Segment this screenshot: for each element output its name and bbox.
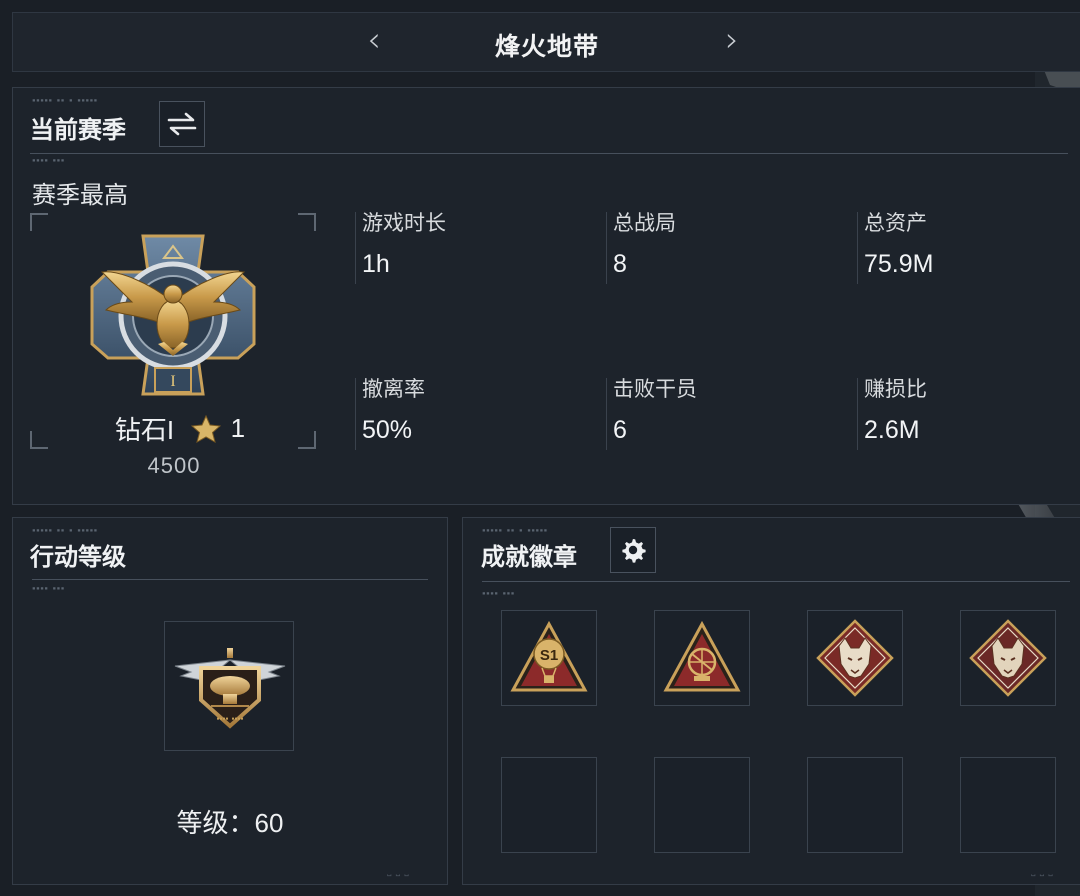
decorative-microtext: ▪▪▪▪▪ ▪▪ ▪ ▪▪▪▪▪: [482, 527, 548, 534]
stat-label: 总战局: [613, 212, 676, 235]
level-emblem-frame: ▪▪▪▪ ▪▪▪▪: [164, 621, 294, 751]
operation-level-value: 等级：60: [176, 808, 284, 838]
stat-label: 总资产: [864, 212, 927, 235]
wolf-head-badge-icon: [969, 619, 1047, 697]
rank-name-line: 钻石I 1: [18, 410, 342, 447]
stat-play-time: 游戏时长 1h: [355, 212, 585, 284]
stat-label: 击败干员: [613, 378, 697, 401]
stat-value: 1h: [362, 250, 390, 278]
stat-value: 50%: [362, 416, 413, 444]
stat-label: 游戏时长: [362, 212, 446, 235]
badges-title-divider: [482, 581, 1070, 582]
stat-value: 2.6M: [864, 416, 920, 444]
season-best-label: 赛季最高: [32, 182, 128, 209]
badge-slot-empty[interactable]: [807, 757, 903, 853]
level-title-divider: [32, 579, 428, 580]
current-season-title: 当前赛季: [30, 117, 126, 144]
rank-name: 钻石I: [114, 415, 175, 445]
top-navigation-bar: ‹ 烽火地带 ›: [12, 12, 1080, 72]
rank-stars: 1: [230, 413, 246, 443]
stat-extraction-rate: 撤离率 50%: [355, 378, 585, 450]
mode-title: 烽火地带: [494, 33, 599, 61]
rank-points: 4500: [147, 453, 201, 478]
stat-profit-loss-ratio: 赚损比 2.6M: [857, 378, 1080, 450]
svg-text:I: I: [170, 373, 175, 390]
star-icon: [191, 414, 222, 443]
decorative-microtext: ▪▪▪▪ ▪▪▪: [32, 585, 65, 592]
operation-level-title: 行动等级: [30, 544, 126, 571]
wolf-head-badge-icon: [816, 619, 894, 697]
helicopter-wings-emblem-icon: ▪▪▪▪ ▪▪▪▪: [174, 646, 286, 729]
decorative-microtext: ▪▪▪▪▪ ▪▪ ▪ ▪▪▪▪▪: [32, 527, 98, 534]
frame-corner: [298, 213, 316, 231]
badge-slot[interactable]: [807, 610, 903, 706]
stat-value: 6: [613, 416, 627, 444]
decorative-corner-marks: ˽˽˽: [1030, 864, 1056, 877]
stat-label: 赚损比: [864, 378, 927, 401]
badge-slot[interactable]: [960, 610, 1056, 706]
decorative-microtext: ▪▪▪▪ ▪▪▪: [32, 157, 65, 164]
decorative-microtext: ▪▪▪▪ ▪▪▪: [482, 590, 515, 597]
gear-icon[interactable]: [610, 527, 656, 573]
badge-slot-empty[interactable]: [960, 757, 1056, 853]
stat-total-assets: 总资产 75.9M: [857, 212, 1080, 284]
s1-badge-text: S1: [540, 647, 558, 664]
radar-dish-badge-icon: [663, 620, 741, 692]
chevron-right-icon[interactable]: ›: [717, 23, 747, 57]
badge-slot-empty[interactable]: [501, 757, 597, 853]
badge-slot[interactable]: S1: [501, 610, 597, 706]
stat-label: 撤离率: [362, 378, 425, 401]
swap-arrows-icon[interactable]: [159, 101, 205, 147]
badge-slot-empty[interactable]: [654, 757, 750, 853]
decorative-corner-marks: ˽˽˽: [386, 864, 412, 877]
season-title-divider: [30, 153, 1068, 154]
stat-total-matches: 总战局 8: [606, 212, 836, 284]
gold-eagle-rank-emblem-icon: I: [90, 234, 256, 396]
svg-text:▪▪▪▪ ▪▪▪▪: ▪▪▪▪ ▪▪▪▪: [216, 716, 243, 722]
badge-slot[interactable]: [654, 610, 750, 706]
s1-balloon-badge-icon: S1: [510, 620, 588, 692]
stat-operators-defeated: 击败干员 6: [606, 378, 836, 450]
stat-value: 8: [613, 250, 627, 278]
achievement-badges-title: 成就徽章: [481, 544, 577, 571]
decorative-microtext: ▪▪▪▪▪ ▪▪ ▪ ▪▪▪▪▪: [32, 97, 98, 104]
frame-corner: [30, 213, 48, 231]
stat-value: 75.9M: [864, 250, 934, 278]
